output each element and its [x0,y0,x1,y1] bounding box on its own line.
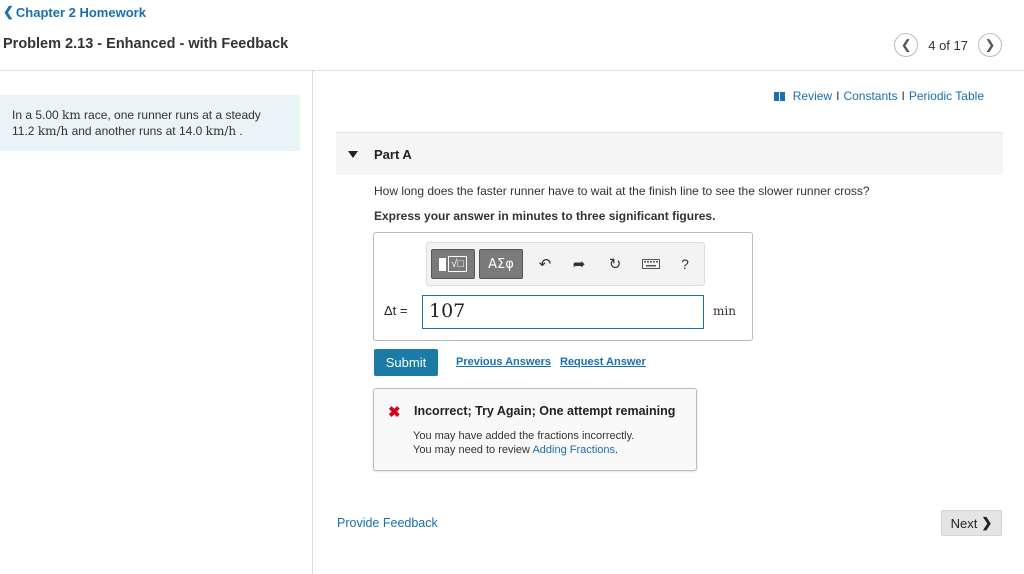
next-problem-button[interactable]: ❯ [978,33,1002,57]
part-a-header[interactable]: Part A [336,132,1003,175]
question-text: How long does the faster runner have to … [374,184,870,198]
greek-symbols-button[interactable]: ΑΣφ [479,249,523,279]
problem-text: In a 5.00 [12,108,63,122]
resources-bar: Review I Constants I Periodic Table [773,89,984,103]
problem-text: . [236,124,243,138]
adding-fractions-link[interactable]: Adding Fractions [532,444,615,456]
help-button[interactable]: ? [673,249,697,279]
submit-button[interactable]: Submit [374,349,438,376]
provide-feedback-link[interactable]: Provide Feedback [337,516,438,530]
radical-icon: √□ [448,256,467,272]
incorrect-x-icon: ✖ [388,404,401,421]
math-toolbar: √□ ΑΣφ ↶ ➦ ↻ ? [426,242,705,286]
answer-box: √□ ΑΣφ ↶ ➦ ↻ ? Δt = 107 min [373,232,753,341]
request-answer-link[interactable]: Request Answer [560,356,646,368]
chevron-right-icon: ❯ [984,37,996,52]
unit-km: km [62,108,81,122]
unit-kmh: km/h [205,124,237,138]
redo-icon: ➦ [572,256,586,273]
reset-button[interactable]: ↻ [603,249,627,279]
separator: I [901,89,905,103]
feedback-title: Incorrect; Try Again; One attempt remain… [414,404,676,418]
feedback-line-suffix: . [615,444,619,456]
chevron-left-icon: ❮ [900,37,912,52]
feedback-line: You may need to review Adding Fractions. [413,444,618,456]
feedback-line-prefix: You may need to review [413,444,533,456]
unit-kmh: km/h [37,124,69,138]
feedback-line: You may have added the fractions incorre… [413,430,635,442]
undo-icon: ↶ [538,256,552,273]
previous-answers-link[interactable]: Previous Answers [456,356,551,368]
breadcrumb-label: Chapter 2 Homework [15,4,146,20]
chevron-left-icon: ❮ [3,4,14,19]
column-divider [312,70,313,574]
collapse-triangle-icon [348,150,358,158]
problem-text: race, one runner runs at a steady [80,108,261,122]
header-divider [0,70,1024,71]
part-label: Part A [374,146,412,162]
pager-text: 4 of 17 [928,37,968,53]
undo-button[interactable]: ↶ [533,249,557,279]
problem-title: Problem 2.13 - Enhanced - with Feedback [3,36,289,52]
keyboard-icon [642,259,660,269]
previous-problem-button[interactable]: ❮ [894,33,919,57]
answer-input[interactable]: 107 [422,295,704,329]
problem-statement: In a 5.00 km race, one runner runs at a … [0,95,300,151]
redo-button[interactable]: ➦ [567,249,591,279]
keyboard-button[interactable] [639,249,663,279]
book-icon [773,91,785,101]
next-label: Next [950,515,978,531]
periodic-table-link[interactable]: Periodic Table [909,89,984,103]
problem-speed: 11.2 [12,124,38,138]
problem-text: and another runs at 14.0 [68,124,206,138]
feedback-box: ✖ Incorrect; Try Again; One attempt rema… [373,388,697,471]
constants-link[interactable]: Constants [843,89,897,103]
answer-unit: min [713,304,736,318]
chevron-right-icon: ❯ [981,515,993,530]
reset-icon: ↻ [608,256,622,273]
breadcrumb[interactable]: ❮ Chapter 2 Homework [3,4,146,20]
separator: I [836,89,840,103]
review-link[interactable]: Review [793,89,832,103]
templates-button[interactable]: √□ [431,249,475,279]
problem-pager: ❮ 4 of 17 ❯ [894,33,1002,57]
template-block-icon [439,257,447,271]
instruction-text: Express your answer in minutes to three … [374,209,716,223]
variable-label: Δt = [384,303,408,318]
next-button[interactable]: Next ❯ [941,510,1002,536]
